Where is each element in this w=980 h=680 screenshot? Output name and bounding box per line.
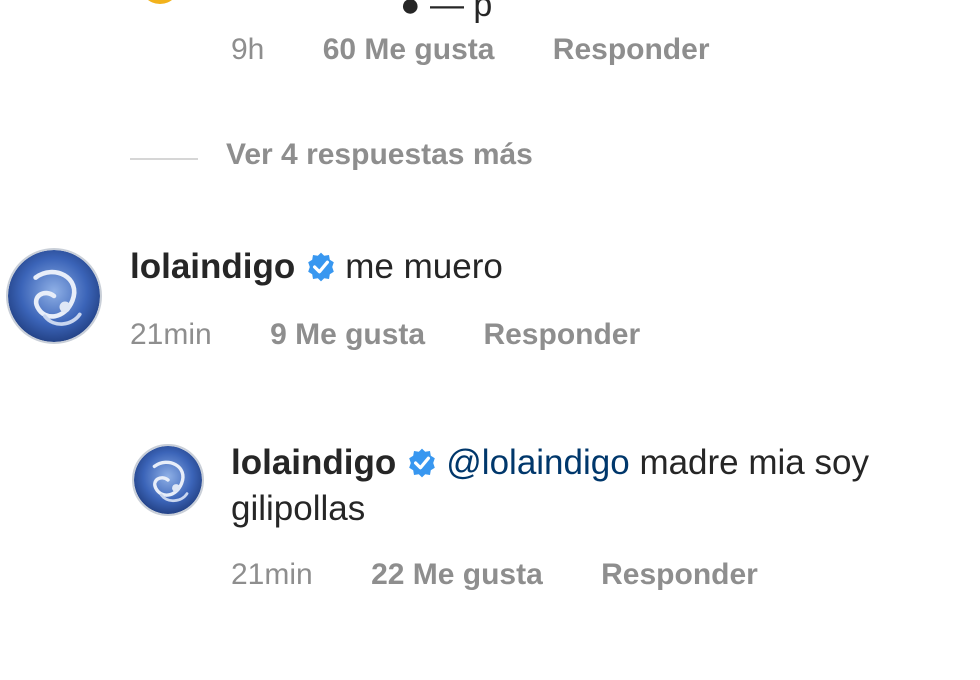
username-link[interactable]: lolaindigo bbox=[231, 443, 396, 482]
comment-time: 21min bbox=[231, 558, 313, 591]
replies-divider bbox=[130, 158, 198, 160]
comment-body: lolaindigo me muero bbox=[130, 244, 503, 290]
avatar[interactable] bbox=[132, 444, 204, 516]
reply-button[interactable]: Responder bbox=[601, 558, 758, 592]
reply-button[interactable]: Responder bbox=[553, 33, 710, 67]
likes-count-button[interactable]: 22 Me gusta bbox=[371, 558, 543, 592]
comment-text: madre mia soy bbox=[639, 443, 869, 482]
username-link[interactable]: lolaindigo bbox=[130, 247, 295, 286]
avatar[interactable] bbox=[6, 248, 102, 344]
avatar-image bbox=[134, 446, 202, 514]
avatar-image bbox=[8, 250, 100, 342]
mention-link[interactable]: @lolaindigo bbox=[446, 443, 629, 482]
previous-comment-meta: 9h 60 Me gusta Responder bbox=[231, 33, 710, 67]
reply-comment-body-line2: gilipollas bbox=[231, 486, 365, 532]
view-more-replies-button[interactable]: Ver 4 respuestas más bbox=[226, 138, 533, 172]
comment-text: gilipollas bbox=[231, 489, 366, 528]
previous-comment-avatar[interactable] bbox=[140, 0, 180, 4]
comment-text: me muero bbox=[345, 247, 503, 286]
comment-time: 9h bbox=[231, 33, 265, 66]
comment-meta: 21min 9 Me gusta Responder bbox=[130, 318, 640, 352]
verified-badge-icon bbox=[305, 251, 337, 283]
comment-time: 21min bbox=[130, 318, 212, 351]
reply-comment-meta: 21min 22 Me gusta Responder bbox=[231, 558, 758, 592]
verified-badge-icon bbox=[406, 447, 438, 479]
previous-comment-text-fragment: ● — p bbox=[400, 0, 493, 24]
reply-button[interactable]: Responder bbox=[483, 318, 640, 352]
likes-count-button[interactable]: 9 Me gusta bbox=[270, 318, 425, 352]
likes-count-button[interactable]: 60 Me gusta bbox=[323, 33, 495, 67]
reply-comment-body: lolaindigo @lolaindigo madre mia soy bbox=[231, 440, 869, 486]
